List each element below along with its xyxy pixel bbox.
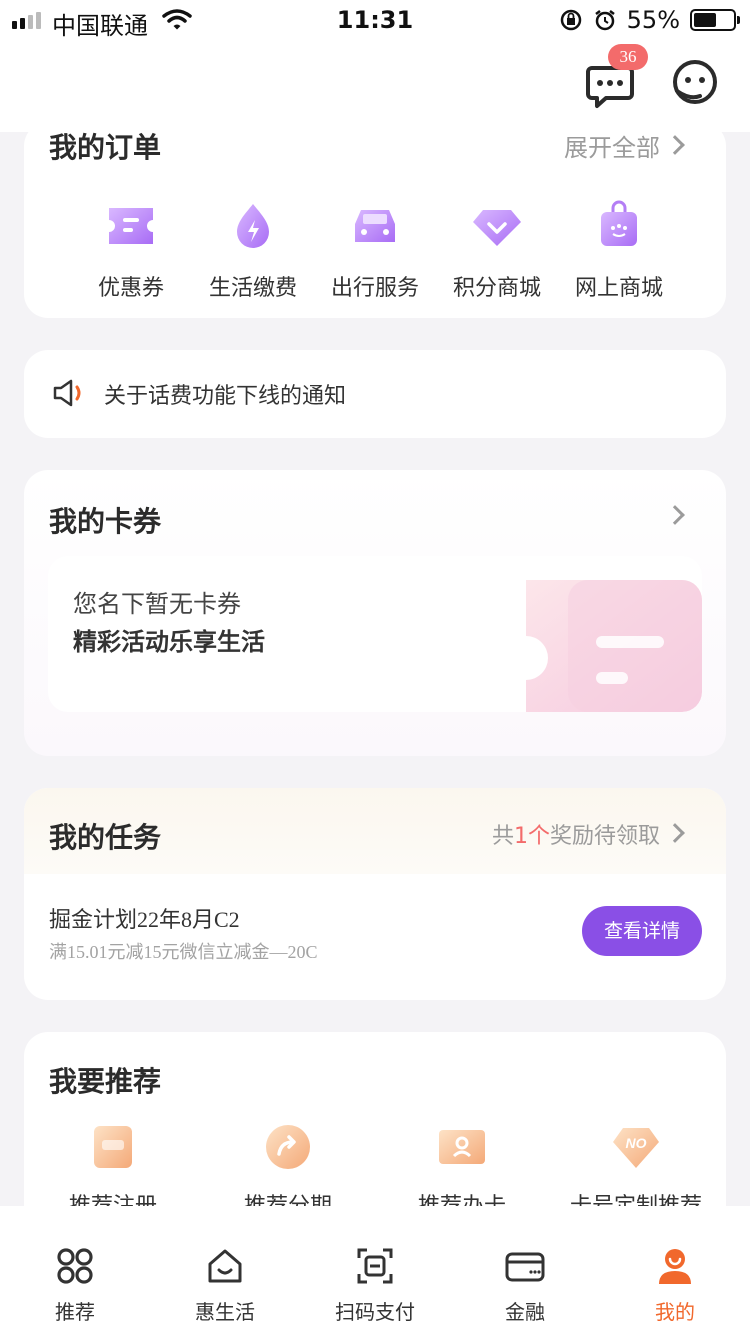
tasks-title: 我的任务 [49,821,162,854]
tab-label: 惠生活 [195,1300,255,1324]
my-cards-card: 我的卡券 您名下暂无卡券 精彩活动乐享生活 [24,470,726,756]
battery-icon [690,9,740,31]
shopping-bag-icon [601,200,637,246]
diamond-icon [473,210,521,246]
order-item-label: 积分商城 [452,276,541,301]
order-item-label: 出行服务 [330,276,419,301]
recommend-item-label: 卡号定制推荐 [550,1188,722,1206]
status-bar: 中国联通 11:31 55% [0,0,750,40]
reward-summary[interactable]: 共1个奖励待领取 [492,818,660,850]
orders-title: 我的订单 [49,132,162,164]
tab-label: 我的 [655,1300,695,1324]
alarm-icon [594,10,615,31]
customer-service-icon[interactable] [670,58,720,108]
coupon-icon [109,208,153,244]
tab-label: 扫码支付 [335,1300,415,1324]
recommend-item-custom-number[interactable]: NO 卡号定制推荐 [550,1122,722,1206]
view-details-button[interactable]: 查看详情 [582,906,702,956]
tab-recommend[interactable]: 推荐 [0,1206,150,1325]
content-scroll[interactable]: 我的订单 展开全部 优惠券 生活缴费 出行服务 积分商城 网上商城 关于话费功能… [0,132,750,1206]
recommend-card: 我要推荐 推荐注册 推荐分期 推荐办卡 [24,1032,726,1206]
recommend-item-installment[interactable]: 推荐分期 [202,1122,374,1206]
tab-finance[interactable]: 金融 [450,1206,600,1325]
recommend-title: 我要推荐 [49,1065,162,1098]
task-description: 满15.01元减15元微信立减金—20C [49,942,318,962]
empty-cards-panel[interactable]: 您名下暂无卡券 精彩活动乐享生活 [48,556,702,712]
recommend-item-register[interactable]: 推荐注册 [27,1122,199,1206]
order-item-points-mall[interactable]: 积分商城 [436,198,558,302]
empty-cards-slogan: 精彩活动乐享生活 [73,628,265,656]
tab-scan-pay[interactable]: 扫码支付 [300,1206,450,1325]
chevron-right-icon[interactable] [665,505,685,525]
cards-title: 我的卡券 [49,505,162,538]
task-name: 掘金计划22年8月C2 [49,907,240,932]
notice-bar[interactable]: 关于话费功能下线的通知 [24,350,726,438]
order-item-label: 优惠券 [97,276,164,301]
apply-card-icon [439,1130,485,1164]
order-item-label: 生活缴费 [208,276,297,301]
speaker-icon [53,379,81,407]
tab-mine[interactable]: 我的 [600,1206,750,1325]
my-tasks-card: 我的任务 共1个奖励待领取 掘金计划22年8月C2 满15.01元减15元微信立… [24,788,726,1000]
bill-payment-icon [237,204,269,248]
expand-all-link[interactable]: 展开全部 [564,132,660,163]
recommend-item-label: 推荐注册 [27,1188,199,1206]
tab-label: 金融 [505,1300,545,1324]
order-item-coupon[interactable]: 优惠券 [70,198,192,302]
order-item-bill-payment[interactable]: 生活缴费 [192,198,314,302]
bottom-tab-bar: 推荐 惠生活 扫码支付 金融 我的 [0,1206,750,1334]
svg-text:NO: NO [626,1135,647,1151]
order-item-online-mall[interactable]: 网上商城 [558,198,680,302]
message-count-badge: 36 [608,44,648,70]
profile-icon [659,1249,691,1284]
empty-cards-text: 您名下暂无卡券 [73,590,241,618]
car-icon [355,210,395,242]
house-icon [208,1249,242,1283]
installment-icon [266,1125,310,1169]
notice-text: 关于话费功能下线的通知 [104,384,347,409]
register-icon [94,1126,132,1168]
chevron-right-icon[interactable] [665,135,685,155]
scan-icon [357,1248,393,1284]
rotation-lock-icon [560,9,581,31]
recommend-item-label: 推荐分期 [202,1188,374,1206]
reward-count: 1个 [513,824,550,849]
grid-icon [57,1248,93,1284]
my-orders-card: 我的订单 展开全部 优惠券 生活缴费 出行服务 积分商城 网上商城 [24,132,726,318]
recommend-item-apply-card[interactable]: 推荐办卡 [376,1122,548,1206]
reward-suffix: 奖励待领取 [549,824,660,849]
tab-life[interactable]: 惠生活 [150,1206,300,1325]
order-item-travel[interactable]: 出行服务 [314,198,436,302]
custom-number-icon: NO [613,1128,659,1168]
header: 36 [0,40,750,132]
wallet-icon [505,1252,545,1282]
ticket-illustration-icon [526,580,702,712]
recommend-item-label: 推荐办卡 [376,1188,548,1206]
reward-prefix: 共 [491,824,514,849]
order-item-label: 网上商城 [574,276,663,301]
battery-percent: 55% [626,6,680,34]
tab-label: 推荐 [55,1300,95,1324]
